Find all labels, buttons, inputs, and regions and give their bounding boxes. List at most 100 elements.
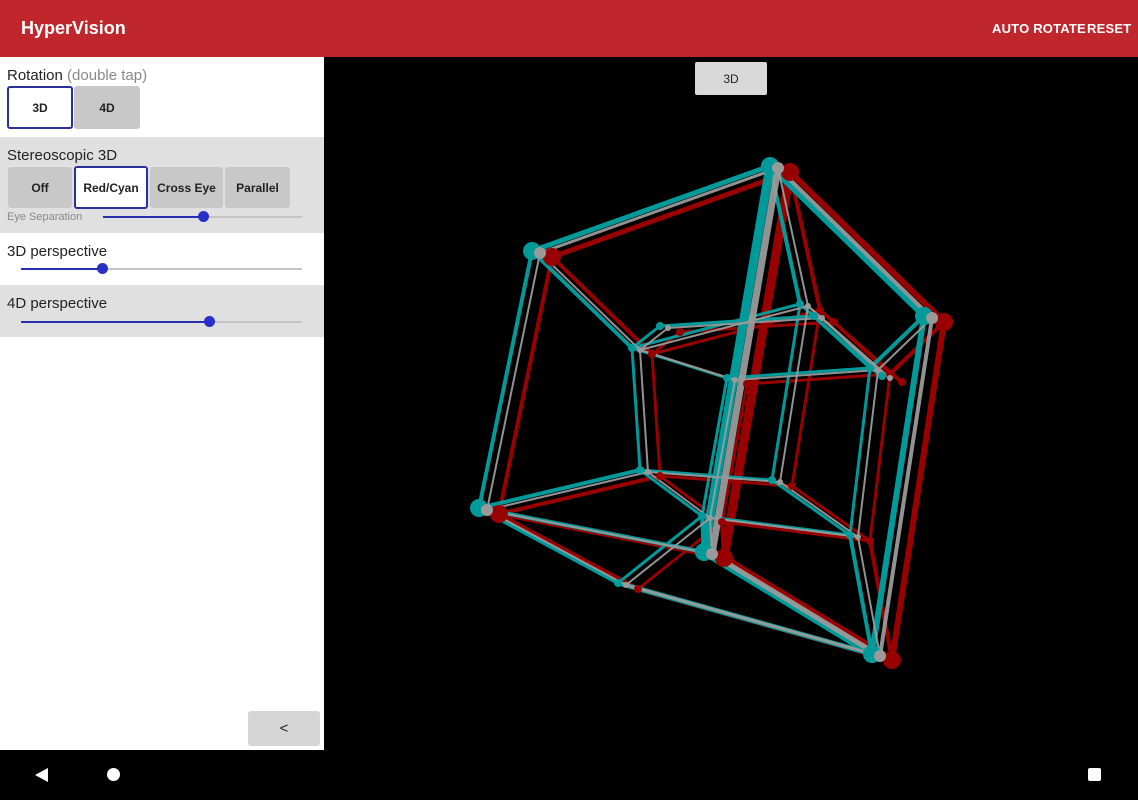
slider-thumb[interactable] [197,211,209,222]
back-icon[interactable] [35,768,48,782]
stereo-parallel-button[interactable]: Parallel [225,167,290,208]
tesseract-vertex [490,505,508,523]
tesseract-vertex [781,163,799,181]
tesseract-vertex [481,504,493,516]
slider-fill [21,321,210,323]
tesseract-vertex [855,534,861,540]
tesseract-edge [868,372,892,543]
control-panel: Rotation (double tap) 3D 4D Stereoscopic… [0,57,324,750]
tesseract-edge [787,169,947,325]
tesseract-vertex [543,248,561,266]
eye-separation-slider[interactable] [103,210,302,224]
tesseract-edge [529,163,773,254]
tesseract-vertex [718,518,726,526]
tesseract-edge [530,249,634,350]
tesseract-vertex [816,306,824,314]
rotation-4d-button[interactable]: 4D [74,86,140,129]
tesseract-vertex [768,476,776,484]
rotation-3d-button[interactable]: 3D [7,86,73,129]
stereo-red-cyan-button[interactable]: Red/Cyan [74,166,148,209]
tesseract-vertex [830,318,838,326]
tesseract-vertex [698,512,706,520]
perspective-4d-section: 4D perspective [0,285,324,337]
tesseract-edge [848,366,872,537]
app-title: HyperVision [21,18,126,38]
tesseract-vertex [866,537,874,545]
rotation-section: Rotation (double tap) 3D 4D [0,57,324,137]
tesseract-vertex [819,315,825,321]
tesseract-edge [708,164,782,558]
rotation-title: Rotation (double tap) [7,67,147,84]
tesseract-edge [776,166,934,320]
slider-fill [21,268,103,270]
tesseract-edge [538,166,780,255]
perspective-3d-section: 3D perspective [0,233,324,285]
stereo-off-button[interactable]: Off [8,167,72,208]
tesseract-vertex [772,162,784,174]
tesseract-vertex [875,367,881,373]
tesseract-edge [639,349,649,473]
system-nav-bar [0,750,1138,800]
tesseract-edge [497,255,554,516]
tesseract-edge [550,255,654,356]
stereo-cross-eye-button[interactable]: Cross Eye [150,167,223,208]
tesseract-vertex [676,328,684,336]
tesseract-vertex [796,300,804,308]
perspective-3d-slider[interactable] [21,262,302,276]
tesseract-vertex [706,548,718,560]
tesseract-vertex [883,651,901,669]
eye-separation-label: Eye Separation [7,211,83,223]
tesseract-edge [650,352,662,478]
tesseract-vertex [614,579,622,587]
tesseract-vertex [707,515,713,521]
rotation-hint: (double tap) [67,67,148,84]
tesseract-vertex [805,303,811,309]
reset-button[interactable]: RESET [1087,21,1131,36]
tesseract-edge [720,554,896,664]
hypercube-viewport[interactable]: 3D [325,57,1138,750]
auto-rotate-button[interactable]: AUTO ROTATE [992,21,1086,36]
rotation-title-text: Rotation [7,67,63,84]
tesseract-vertex [534,247,546,259]
tesseract-vertex [648,350,656,358]
tesseract-vertex [810,312,818,320]
tesseract-vertex [645,469,651,475]
tesseract-vertex [926,312,938,324]
tesseract-vertex [715,549,733,567]
tesseract-vertex [636,466,644,474]
tesseract-vertex [846,531,854,539]
slider-fill [103,216,203,218]
tesseract-vertex [788,482,796,490]
tesseract-edge [624,583,882,658]
tesseract-vertex [665,325,671,331]
tesseract-edge [486,471,649,511]
tesseract-vertex [656,472,664,480]
tesseract-vertex [898,378,906,386]
tesseract-vertex [777,479,783,485]
home-icon[interactable] [107,768,120,781]
tesseract-vertex [887,375,893,381]
slider-thumb[interactable] [204,316,216,327]
tesseract-edge [486,252,541,511]
stereoscopic-title: Stereoscopic 3D [7,147,118,164]
tesseract-edge [539,252,641,351]
tesseract-edge [497,474,662,516]
tesseract-vertex [723,374,731,382]
tesseract-vertex [628,344,636,352]
view-mode-button[interactable]: 3D [695,62,767,95]
tesseract-render[interactable] [325,57,1138,750]
tesseract-vertex [878,372,886,380]
collapse-panel-button[interactable]: < [248,711,320,746]
tesseract-vertex [732,377,738,383]
perspective-4d-title: 4D perspective [7,295,108,312]
tesseract-vertex [623,582,629,588]
tesseract-vertex [634,585,642,593]
tesseract-vertex [866,364,874,372]
tesseract-vertex [743,380,751,388]
slider-thumb[interactable] [97,263,109,274]
tesseract-vertex [637,347,643,353]
recent-apps-icon[interactable] [1088,768,1101,781]
perspective-4d-slider[interactable] [21,315,302,329]
tesseract-edge [630,346,642,472]
tesseract-edge [477,249,534,510]
